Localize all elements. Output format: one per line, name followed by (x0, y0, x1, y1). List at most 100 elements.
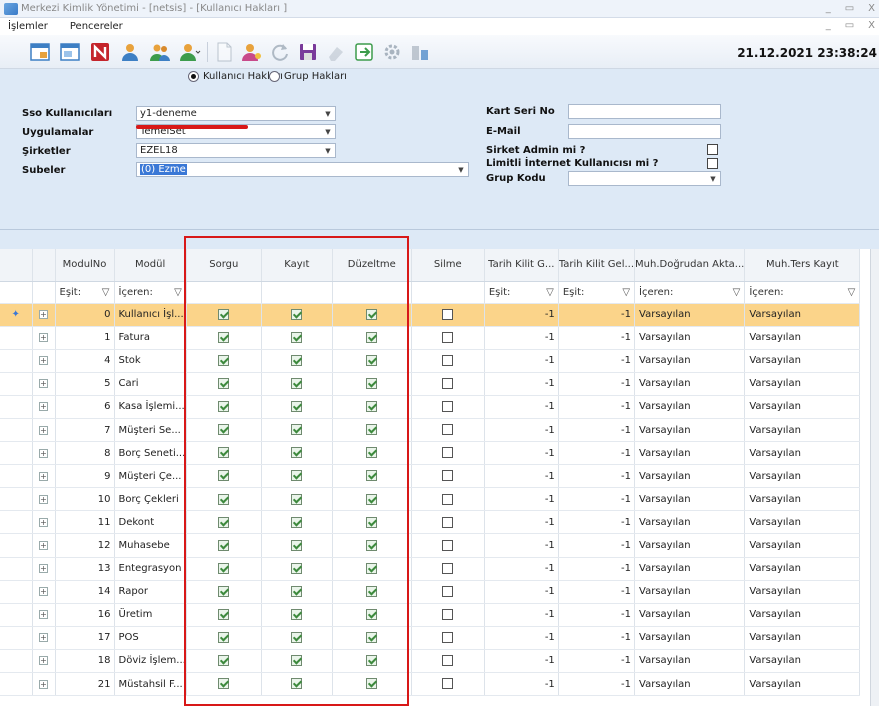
expand-cell[interactable]: + (32, 418, 56, 443)
checked-checkbox-icon[interactable] (291, 401, 303, 413)
expand-plus-icon[interactable]: + (39, 587, 48, 597)
filter-funnel-icon[interactable]: ▽ (733, 287, 741, 298)
maximize-button[interactable]: ▭ (845, 3, 854, 14)
table-row[interactable]: +1 Fatura -1 -1 Varsayılan Varsayılan (0, 326, 861, 350)
checked-checkbox-icon[interactable] (291, 447, 303, 459)
cell-muh2[interactable]: Varsayılan (744, 626, 861, 650)
cell-muh2[interactable]: Varsayılan (744, 303, 861, 327)
checked-checkbox-icon[interactable] (366, 470, 378, 482)
expand-plus-icon[interactable]: + (39, 679, 48, 689)
unchecked-checkbox-icon[interactable] (442, 401, 454, 413)
cell-silme[interactable] (411, 395, 485, 419)
checked-checkbox-icon[interactable] (366, 331, 378, 343)
email-input[interactable] (568, 124, 721, 139)
cell-muh1[interactable]: Varsayılan (634, 510, 746, 535)
cell-kayit[interactable] (261, 418, 333, 443)
checked-checkbox-icon[interactable] (291, 632, 303, 644)
cell-sorgu[interactable] (186, 557, 262, 581)
filter-funnel-icon[interactable]: ▽ (102, 287, 110, 298)
col-modul[interactable]: Modül (114, 249, 187, 282)
unchecked-checkbox-icon[interactable] (442, 308, 454, 320)
cell-muh1[interactable]: Varsayılan (634, 395, 746, 419)
cell-silme[interactable] (411, 326, 485, 350)
cell-tarih2[interactable]: -1 (558, 603, 636, 627)
cell-muh1[interactable]: Varsayılan (634, 418, 746, 443)
cell-modul[interactable]: POS (114, 626, 187, 650)
cell-silme[interactable] (411, 557, 485, 581)
checked-checkbox-icon[interactable] (291, 424, 303, 436)
cell-silme[interactable] (411, 372, 485, 396)
cell-duzeltme[interactable] (332, 626, 412, 650)
cell-kayit[interactable] (261, 372, 333, 396)
expand-cell[interactable]: + (32, 672, 56, 697)
cell-tarih1[interactable]: -1 (484, 395, 559, 419)
table-row[interactable]: +6 Kasa İşlemi... -1 -1 Varsayılan Varsayılan (0, 395, 861, 419)
expand-plus-icon[interactable]: + (39, 356, 48, 366)
cell-modulno[interactable]: 0 (55, 303, 115, 327)
table-row[interactable]: +17 POS -1 -1 Varsayılan Varsayılan (0, 626, 861, 650)
filter-funnel-icon[interactable]: ▽ (622, 287, 630, 298)
users-icon[interactable] (148, 40, 172, 64)
filter-tarih1[interactable]: Eşit: ▽ (484, 281, 559, 304)
cell-silme[interactable] (411, 441, 485, 466)
cell-muh1[interactable]: Varsayılan (634, 349, 746, 373)
export-icon[interactable] (352, 40, 376, 64)
checked-checkbox-icon[interactable] (291, 678, 303, 690)
cell-modulno[interactable]: 9 (55, 464, 115, 489)
cell-tarih1[interactable]: -1 (484, 626, 559, 650)
cell-tarih2[interactable]: -1 (558, 395, 636, 419)
checked-checkbox-icon[interactable] (366, 585, 378, 597)
cell-tarih2[interactable]: -1 (558, 441, 636, 466)
cell-sorgu[interactable] (186, 441, 262, 466)
menu-pencereler[interactable]: Pencereler (70, 21, 123, 32)
checked-checkbox-icon[interactable] (366, 424, 378, 436)
col-muh-dogrudan[interactable]: Muh.Doğrudan Akta... (634, 249, 746, 282)
cell-tarih2[interactable]: -1 (558, 649, 636, 674)
cell-modulno[interactable]: 16 (55, 603, 115, 627)
cell-sorgu[interactable] (186, 533, 262, 558)
cell-sorgu[interactable] (186, 603, 262, 627)
cell-tarih1[interactable]: -1 (484, 603, 559, 627)
col-kayit[interactable]: Kayıt (261, 249, 333, 282)
table-row[interactable]: +7 Müşteri Se... -1 -1 Varsayılan Varsayılan (0, 418, 861, 443)
cell-muh2[interactable]: Varsayılan (744, 603, 861, 627)
cell-tarih1[interactable]: -1 (484, 649, 559, 674)
cell-kayit[interactable] (261, 303, 333, 327)
unchecked-checkbox-icon[interactable] (442, 493, 454, 505)
cell-silme[interactable] (411, 580, 485, 604)
cell-modulno[interactable]: 17 (55, 626, 115, 650)
cell-sorgu[interactable] (186, 349, 262, 373)
checked-checkbox-icon[interactable] (218, 493, 230, 505)
checked-checkbox-icon[interactable] (218, 447, 230, 459)
col-muh-ters[interactable]: Muh.Ters Kayıt (744, 249, 861, 282)
col-modulno[interactable]: ModulNo (55, 249, 115, 282)
expand-cell[interactable]: + (32, 441, 56, 466)
filter-tarih2[interactable]: Eşit: ▽ (558, 281, 636, 304)
cell-duzeltme[interactable] (332, 395, 412, 419)
cell-duzeltme[interactable] (332, 372, 412, 396)
cell-muh1[interactable]: Varsayılan (634, 626, 746, 650)
cell-modul[interactable]: Muhasebe (114, 533, 187, 558)
expand-cell[interactable]: + (32, 395, 56, 419)
cell-tarih2[interactable]: -1 (558, 487, 636, 512)
unchecked-checkbox-icon[interactable] (442, 378, 454, 390)
cell-duzeltme[interactable] (332, 464, 412, 489)
cell-duzeltme[interactable] (332, 303, 412, 327)
checked-checkbox-icon[interactable] (366, 609, 378, 621)
checked-checkbox-icon[interactable] (366, 632, 378, 644)
cell-modulno[interactable]: 12 (55, 533, 115, 558)
unchecked-checkbox-icon[interactable] (442, 354, 454, 366)
cell-modul[interactable]: Borç Çekleri (114, 487, 187, 512)
cell-duzeltme[interactable] (332, 603, 412, 627)
cell-muh1[interactable]: Varsayılan (634, 441, 746, 466)
checked-checkbox-icon[interactable] (366, 447, 378, 459)
cell-muh1[interactable]: Varsayılan (634, 487, 746, 512)
checked-checkbox-icon[interactable] (366, 401, 378, 413)
expand-cell[interactable]: + (32, 303, 56, 327)
cell-kayit[interactable] (261, 349, 333, 373)
netsis-icon[interactable] (88, 40, 112, 64)
checked-checkbox-icon[interactable] (366, 678, 378, 690)
expand-cell[interactable]: + (32, 372, 56, 396)
cell-duzeltme[interactable] (332, 349, 412, 373)
expand-cell[interactable]: + (32, 603, 56, 627)
